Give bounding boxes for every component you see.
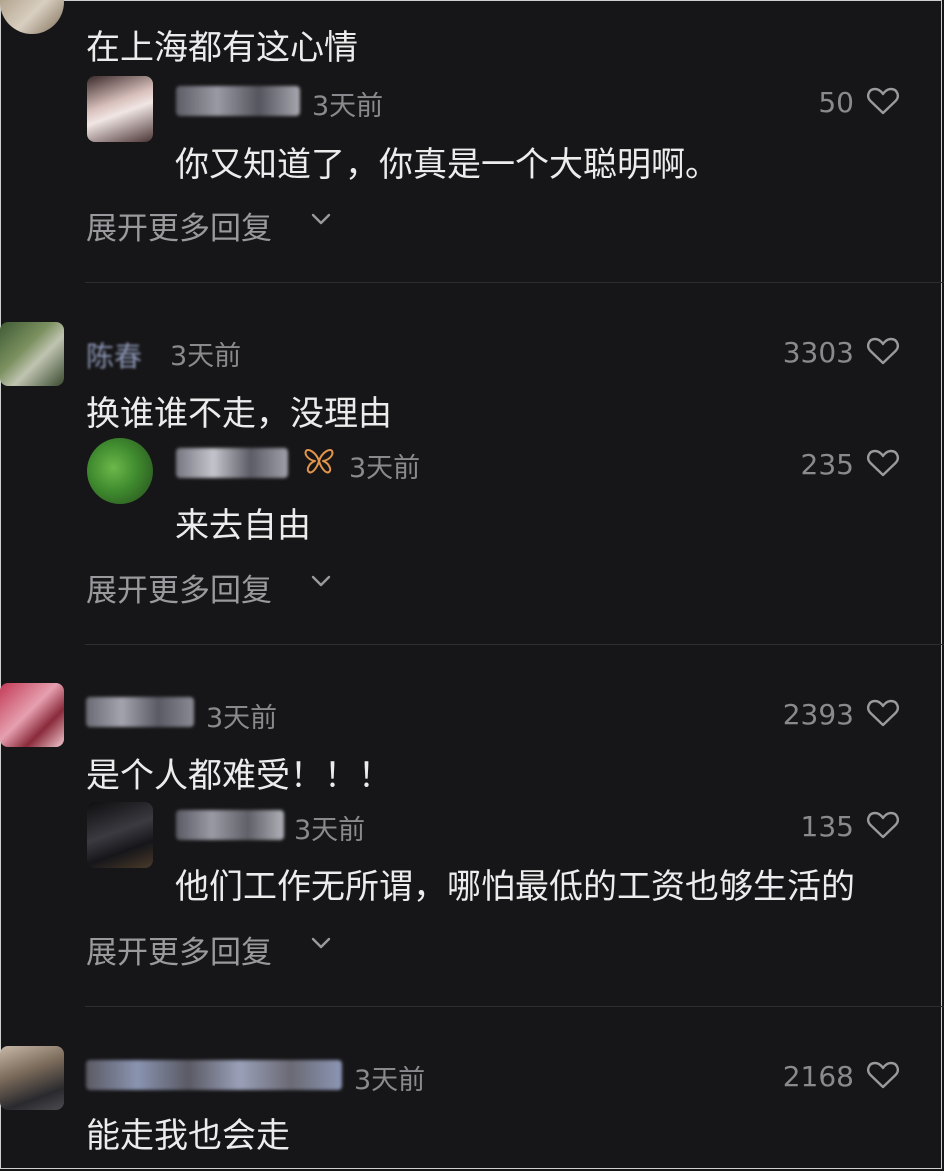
reply-time: 3天前 (349, 453, 421, 484)
butterfly-icon (304, 449, 334, 474)
reply-text: 来去自由 (175, 506, 311, 546)
avatar[interactable] (87, 438, 153, 504)
blurred-username[interactable] (176, 86, 300, 116)
comment-text: 是个人都难受！！！ (86, 756, 392, 796)
comment-text: 换谁谁不走，没理由 (86, 394, 392, 434)
blurred-username[interactable] (86, 697, 194, 727)
reply-time: 3天前 (312, 91, 384, 122)
avatar[interactable] (87, 76, 153, 142)
username[interactable]: 陈春 (86, 335, 142, 375)
reply-time: 3天前 (294, 815, 366, 846)
heart-outline-icon[interactable] (866, 698, 900, 728)
blurred-username[interactable] (176, 810, 284, 840)
comment-text: 在上海都有这心情 (86, 28, 358, 68)
thread-divider (85, 644, 944, 645)
like-count: 235 (800, 448, 854, 481)
comment-time: 3天前 (170, 341, 242, 372)
heart-outline-icon[interactable] (866, 336, 900, 366)
avatar[interactable] (87, 802, 153, 868)
heart-outline-icon[interactable] (866, 810, 900, 840)
thread-divider (85, 1006, 944, 1007)
expand-replies-button[interactable]: 展开更多回复 (86, 203, 272, 248)
expand-replies-button[interactable]: 展开更多回复 (86, 565, 272, 610)
thread-divider (85, 282, 944, 283)
chevron-down-icon[interactable] (310, 936, 332, 950)
avatar[interactable] (0, 322, 64, 386)
like-count: 50 (818, 86, 854, 119)
heart-outline-icon[interactable] (866, 448, 900, 478)
like-count: 2393 (782, 698, 854, 731)
avatar[interactable] (0, 1046, 64, 1110)
comment-text: 能走我也会走 (86, 1116, 290, 1156)
avatar[interactable] (0, 0, 64, 34)
like-count: 2168 (782, 1060, 854, 1093)
chevron-down-icon[interactable] (310, 574, 332, 588)
heart-outline-icon[interactable] (866, 86, 900, 116)
like-count: 3303 (782, 336, 854, 369)
comment-time: 3天前 (206, 703, 278, 734)
heart-outline-icon[interactable] (866, 1060, 900, 1090)
reply-text: 你又知道了，你真是一个大聪明啊。 (175, 145, 719, 185)
avatar[interactable] (0, 683, 64, 747)
chevron-down-icon[interactable] (310, 212, 332, 226)
reply-text: 他们工作无所谓，哪怕最低的工资也够生活的 (175, 867, 855, 907)
like-count: 135 (800, 810, 854, 843)
blurred-username[interactable] (86, 1060, 342, 1090)
comment-time: 3天前 (354, 1065, 426, 1096)
expand-replies-button[interactable]: 展开更多回复 (86, 927, 272, 972)
blurred-username[interactable] (176, 448, 288, 478)
